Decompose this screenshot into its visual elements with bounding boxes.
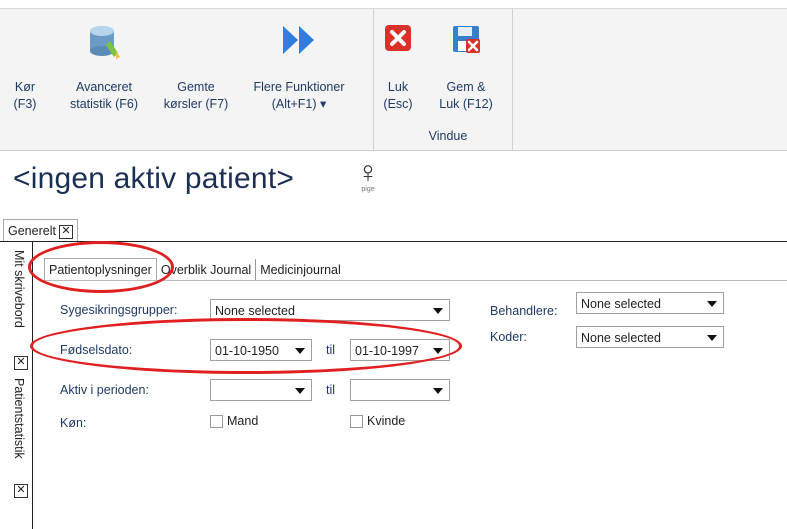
database-icon (90, 26, 120, 59)
close-side-tab-icon[interactable]: ✕ (14, 484, 28, 498)
insurance-group-label: Sygesikringsgrupper: (60, 303, 178, 317)
ribbon-separator (373, 9, 374, 150)
side-tab-mit-skrivebord[interactable]: Mit skrivebord (12, 250, 26, 328)
close-side-tab-icon[interactable]: ✕ (14, 356, 28, 370)
save-close-icon (453, 26, 480, 53)
practitioners-select[interactable]: None selected (576, 292, 724, 314)
female-icon: ♀ (356, 156, 380, 189)
male-checkbox[interactable]: Mand (210, 414, 258, 429)
female-checkbox[interactable]: Kvinde (350, 414, 405, 429)
codes-select[interactable]: None selected (576, 326, 724, 348)
patient-title: <ingen aktiv patient> (13, 162, 295, 195)
practitioners-label: Behandlere: (490, 304, 558, 318)
chevron-down-icon (433, 308, 443, 314)
side-tab-patientstatistik[interactable]: Patientstatistik (12, 378, 26, 459)
active-to-select[interactable] (350, 379, 450, 401)
fast-forward-icon (283, 26, 314, 54)
annotation-circle (30, 318, 462, 374)
run-button[interactable]: Kør (F3) (10, 9, 40, 150)
checkbox-icon (210, 415, 223, 429)
chevron-down-icon (295, 388, 305, 394)
chevron-down-icon (707, 335, 717, 341)
checkbox-icon (350, 415, 363, 429)
gender-label: pige (361, 186, 375, 193)
chevron-down-icon (433, 388, 443, 394)
tab-medicinjournal[interactable]: Medicinjournal (256, 259, 345, 281)
annotation-circle (28, 241, 174, 293)
side-panel-divider (32, 241, 33, 529)
gender-indicator: ♀ pige (348, 156, 388, 194)
more-functions-button[interactable]: Flere Funktioner (Alt+F1) ▾ (244, 9, 354, 150)
chevron-down-icon (707, 301, 717, 307)
close-red-icon (385, 25, 411, 51)
ribbon-toolbar: Kør (F3) Avanceret statistik (F6) Gemte kør… (0, 8, 787, 151)
active-from-select[interactable] (210, 379, 312, 401)
saved-runs-button[interactable]: Gemte kørsler (F7) (156, 9, 236, 150)
active-til-label: til (326, 383, 336, 397)
advanced-statistics-button[interactable]: Avanceret statistik (F6) (58, 9, 150, 150)
close-tab-icon[interactable]: ✕ (58, 224, 73, 239)
ribbon-separator (512, 9, 513, 150)
gender-label: Køn: (60, 416, 87, 430)
ribbon-group-label: Vindue (428, 129, 468, 143)
active-period-label: Aktiv i perioden: (60, 383, 149, 397)
codes-label: Koder: (490, 330, 527, 344)
tab-generelt[interactable]: Generelt ✕ (3, 219, 78, 242)
